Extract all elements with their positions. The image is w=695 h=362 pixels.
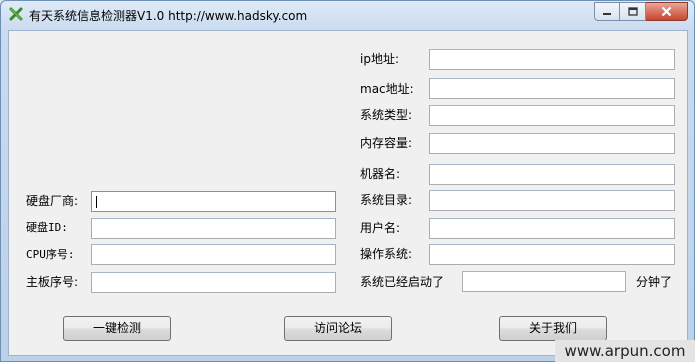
title-bar[interactable]: 有天系统信息检测器V1.0 http://www.hadsky.com [1, 1, 694, 29]
disk-vendor-label: 硬盘厂商: [26, 194, 79, 208]
ip-label: ip地址: [360, 52, 399, 66]
detect-button[interactable]: 一键检测 [63, 316, 171, 341]
close-button[interactable] [646, 2, 688, 21]
cpu-serial-field[interactable] [91, 244, 336, 265]
window-title: 有天系统信息检测器V1.0 http://www.hadsky.com [29, 9, 308, 23]
app-window: 有天系统信息检测器V1.0 http://www.hadsky.com ip地址… [0, 0, 695, 362]
disk-id-label: 硬盘ID: [26, 221, 68, 234]
minimize-icon [603, 12, 611, 15]
watermark: www.arpun.com [555, 340, 695, 362]
memory-field[interactable] [429, 133, 675, 154]
disk-vendor-field[interactable] [91, 191, 336, 212]
machine-name-field[interactable] [429, 164, 675, 185]
maximize-button[interactable] [620, 2, 646, 21]
uptime-field[interactable] [462, 271, 626, 292]
system-type-field[interactable] [429, 105, 675, 126]
memory-label: 内存容量: [360, 136, 413, 150]
system-type-label: 系统类型: [360, 108, 413, 122]
mac-field[interactable] [429, 78, 675, 99]
uptime-label: 系统已经启动了 [360, 275, 445, 289]
about-button[interactable]: 关于我们 [499, 316, 607, 341]
app-icon [9, 7, 23, 21]
client-area: ip地址: mac地址: 系统类型: 内存容量: 机器名: 系统目录: 用户名:… [8, 30, 688, 356]
uptime-unit: 分钟了 [636, 275, 673, 289]
system-dir-label: 系统目录: [360, 193, 413, 207]
board-serial-label: 主板序号: [26, 275, 79, 289]
os-label: 操作系统: [360, 247, 413, 261]
system-dir-field[interactable] [429, 190, 675, 211]
caption-buttons [594, 2, 688, 21]
minimize-button[interactable] [594, 2, 620, 21]
visit-forum-button[interactable]: 访问论坛 [284, 316, 392, 341]
ip-field[interactable] [429, 49, 675, 70]
os-field[interactable] [429, 244, 675, 265]
username-field[interactable] [429, 218, 675, 239]
mac-label: mac地址: [360, 82, 414, 96]
close-icon [661, 6, 672, 17]
disk-id-field[interactable] [91, 218, 336, 239]
cpu-serial-label: CPU序号: [26, 248, 75, 261]
machine-name-label: 机器名: [360, 167, 401, 181]
username-label: 用户名: [360, 221, 401, 235]
board-serial-field[interactable] [91, 272, 336, 293]
text-caret [96, 196, 97, 208]
maximize-icon [627, 6, 638, 16]
